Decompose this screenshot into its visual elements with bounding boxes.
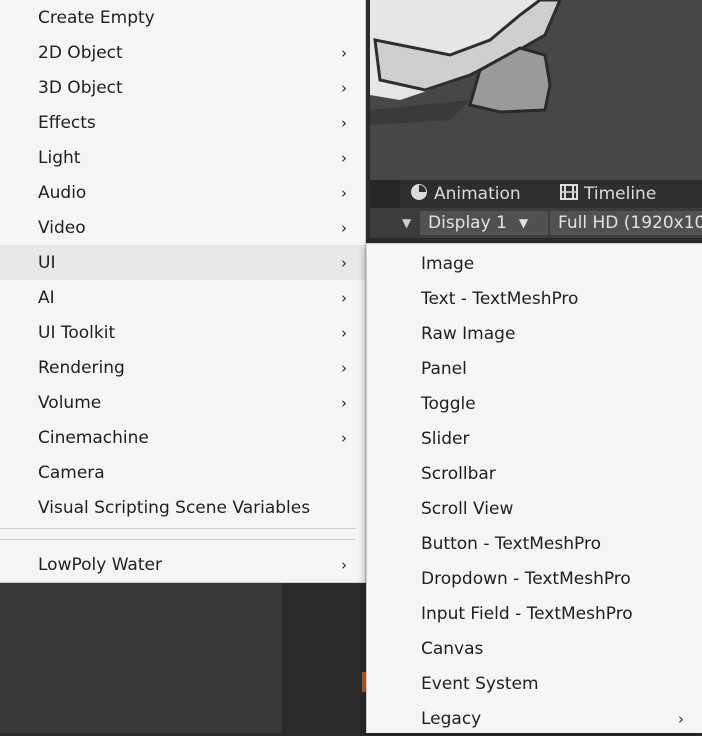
submenu-item-panel[interactable]: Panel: [367, 351, 702, 386]
menu-item-light[interactable]: Light ›: [0, 140, 365, 175]
menu-item-audio[interactable]: Audio ›: [0, 175, 365, 210]
tab-animation-label: Animation: [434, 184, 521, 204]
menu-item-cinemachine[interactable]: Cinemachine ›: [0, 420, 365, 455]
menu-item-label: Slider: [421, 428, 470, 449]
chevron-right-icon: ›: [341, 218, 347, 237]
chevron-right-icon: ›: [341, 78, 347, 97]
clock-icon: [410, 183, 428, 206]
chevron-right-icon: ›: [341, 288, 347, 307]
menu-item-label: Dropdown - TextMeshPro: [421, 568, 631, 589]
menu-item-label: Button - TextMeshPro: [421, 533, 601, 554]
submenu-item-slider[interactable]: Slider: [367, 421, 702, 456]
chevron-right-icon: ›: [341, 428, 347, 447]
display-select-value: Display 1: [428, 213, 507, 233]
menu-item-camera[interactable]: Camera: [0, 455, 365, 490]
film-icon: [560, 183, 578, 205]
menu-item-rendering[interactable]: Rendering ›: [0, 350, 365, 385]
menu-item-volume[interactable]: Volume ›: [0, 385, 365, 420]
chevron-right-icon: ›: [341, 393, 347, 412]
ui-submenu: Image Text - TextMeshPro Raw Image Panel…: [366, 243, 702, 733]
menu-item-video[interactable]: Video ›: [0, 210, 365, 245]
tab-timeline[interactable]: Timeline: [560, 180, 656, 208]
tab-timeline-label: Timeline: [584, 184, 657, 204]
menu-item-create-empty[interactable]: Create Empty: [0, 0, 365, 35]
menu-item-label: Input Field - TextMeshPro: [421, 603, 633, 624]
menu-item-label: Image: [421, 253, 475, 274]
chevron-down-icon: ▼: [518, 216, 529, 230]
display-select[interactable]: Display 1 ▼: [420, 211, 548, 235]
submenu-item-dropdown-textmeshpro[interactable]: Dropdown - TextMeshPro: [367, 561, 702, 596]
chevron-right-icon: ›: [341, 148, 347, 167]
menu-item-label: Text - TextMeshPro: [421, 288, 579, 309]
scene-view[interactable]: [370, 0, 702, 180]
chevron-right-icon: ›: [341, 555, 347, 574]
menu-item-label: Legacy: [421, 708, 482, 729]
chevron-right-icon: ›: [341, 253, 347, 272]
menu-item-label: UI: [38, 252, 56, 273]
menu-separator: [0, 528, 356, 529]
menu-item-label: Video: [38, 217, 86, 238]
resolution-select[interactable]: Full HD (1920x10: [550, 211, 702, 235]
submenu-item-image[interactable]: Image: [367, 246, 702, 281]
create-context-menu: Create Empty 2D Object › 3D Object › Eff…: [0, 0, 366, 583]
submenu-item-input-field-textmeshpro[interactable]: Input Field - TextMeshPro: [367, 596, 702, 631]
editor-tab-bar: Animation Timeline: [370, 180, 702, 208]
menu-item-label: Effects: [38, 112, 96, 133]
dropdown-caret-icon[interactable]: ▼: [402, 208, 411, 238]
chevron-right-icon: ›: [341, 323, 347, 342]
menu-item-label: Create Empty: [38, 7, 155, 28]
menu-item-ui-toolkit[interactable]: UI Toolkit ›: [0, 315, 365, 350]
menu-item-label: AI: [38, 287, 55, 308]
menu-item-3d-object[interactable]: 3D Object ›: [0, 70, 365, 105]
submenu-item-text-textmeshpro[interactable]: Text - TextMeshPro: [367, 281, 702, 316]
chevron-right-icon: ›: [341, 358, 347, 377]
submenu-item-legacy[interactable]: Legacy ›: [367, 701, 702, 736]
menu-item-lowpoly-water[interactable]: LowPoly Water ›: [0, 547, 365, 582]
menu-item-ai[interactable]: AI ›: [0, 280, 365, 315]
menu-item-label: 3D Object: [38, 77, 123, 98]
menu-item-label: Volume: [38, 392, 102, 413]
scene-rock-shape: [370, 0, 562, 125]
menu-item-label: Scrollbar: [421, 463, 496, 484]
submenu-item-scrollbar[interactable]: Scrollbar: [367, 456, 702, 491]
menu-item-visual-scripting-scene-variables[interactable]: Visual Scripting Scene Variables: [0, 490, 365, 525]
menu-item-2d-object[interactable]: 2D Object ›: [0, 35, 365, 70]
menu-item-ui[interactable]: UI ›: [0, 245, 365, 280]
resolution-select-value: Full HD (1920x10: [558, 213, 702, 233]
menu-item-label: Event System: [421, 673, 539, 694]
menu-item-effects[interactable]: Effects ›: [0, 105, 365, 140]
game-view-toolbar: ▼ Display 1 ▼ Full HD (1920x10: [370, 208, 702, 238]
menu-item-label: Audio: [38, 182, 87, 203]
menu-item-label: Panel: [421, 358, 467, 379]
submenu-item-canvas[interactable]: Canvas: [367, 631, 702, 666]
submenu-item-raw-image[interactable]: Raw Image: [367, 316, 702, 351]
menu-item-label: LowPoly Water: [38, 554, 162, 575]
submenu-item-event-system[interactable]: Event System: [367, 666, 702, 701]
menu-separator: [0, 539, 356, 540]
menu-item-label: Raw Image: [421, 323, 516, 344]
submenu-item-toggle[interactable]: Toggle: [367, 386, 702, 421]
chevron-right-icon: ›: [341, 43, 347, 62]
menu-item-label: Light: [38, 147, 81, 168]
submenu-item-scroll-view[interactable]: Scroll View: [367, 491, 702, 526]
panel-divider-area: [284, 583, 370, 733]
menu-item-label: Cinemachine: [38, 427, 149, 448]
submenu-item-button-textmeshpro[interactable]: Button - TextMeshPro: [367, 526, 702, 561]
menu-item-label: 2D Object: [38, 42, 123, 63]
menu-item-label: Visual Scripting Scene Variables: [38, 497, 311, 518]
menu-item-label: Toggle: [421, 393, 476, 414]
menu-item-label: UI Toolkit: [38, 322, 116, 343]
tab-bar-spacer: [370, 180, 400, 208]
tab-animation[interactable]: Animation: [410, 180, 521, 208]
menu-item-label: Canvas: [421, 638, 484, 659]
menu-item-label: Rendering: [38, 357, 125, 378]
chevron-right-icon: ›: [678, 709, 684, 728]
chevron-right-icon: ›: [341, 183, 347, 202]
menu-item-label: Scroll View: [421, 498, 514, 519]
hierarchy-panel-bg: [0, 583, 282, 733]
menu-item-label: Camera: [38, 462, 105, 483]
chevron-right-icon: ›: [341, 113, 347, 132]
